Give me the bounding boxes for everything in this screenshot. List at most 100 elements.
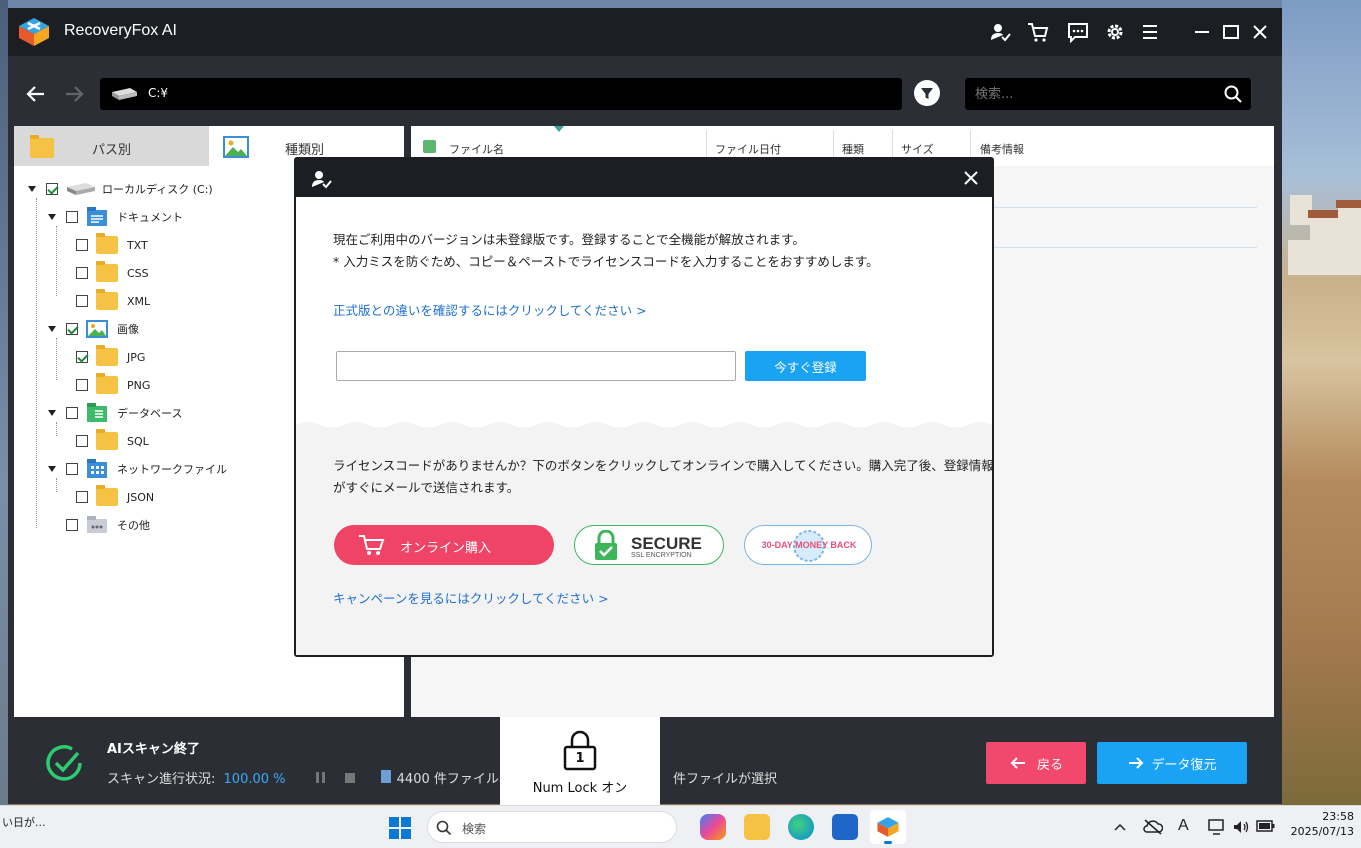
- tree-item-database[interactable]: データベース: [48, 402, 182, 424]
- pause-icon[interactable]: [321, 772, 325, 783]
- column-size[interactable]: サイズ: [901, 141, 934, 157]
- tree-checkbox[interactable]: [76, 239, 88, 251]
- tree-checkbox[interactable]: [66, 519, 78, 531]
- pause-icon[interactable]: [315, 772, 319, 783]
- back-arrow-icon: [1010, 757, 1025, 769]
- maximize-icon[interactable]: [1217, 18, 1245, 46]
- copilot-icon[interactable]: [700, 814, 726, 840]
- drive-icon: [67, 183, 95, 195]
- select-all-checkbox[interactable]: [423, 140, 436, 153]
- recoveryfox-taskbar-icon[interactable]: [870, 810, 906, 844]
- weather-widget[interactable]: い日が...: [2, 814, 46, 830]
- volume-icon[interactable]: [1232, 818, 1250, 836]
- expand-icon[interactable]: [48, 410, 56, 416]
- tab-by-path[interactable]: パス別: [14, 126, 209, 166]
- tree-checkbox[interactable]: [76, 267, 88, 279]
- battery-icon[interactable]: [1256, 819, 1276, 833]
- tree-item-images[interactable]: 画像: [48, 318, 139, 340]
- app-logo-icon: [19, 18, 49, 46]
- tree-label: JPG: [127, 350, 146, 364]
- tree-checkbox[interactable]: [66, 211, 78, 223]
- tree-label: データベース: [117, 407, 183, 420]
- buy-online-button[interactable]: オンライン購入: [334, 525, 554, 565]
- cloud-off-icon[interactable]: [1143, 818, 1163, 836]
- tree-item-sql[interactable]: SQL: [76, 429, 149, 452]
- expand-icon[interactable]: [48, 326, 56, 332]
- folder-icon: [96, 429, 118, 450]
- feedback-icon[interactable]: [1064, 18, 1092, 46]
- system-clock[interactable]: 23:58 2025/07/13: [1288, 809, 1354, 839]
- expand-icon[interactable]: [48, 214, 56, 220]
- secure-subtitle: SSL ENCRYPTION: [631, 552, 692, 559]
- tree-checkbox[interactable]: [76, 295, 88, 307]
- tree-item-xml[interactable]: XML: [76, 289, 150, 312]
- folder-icon: [96, 485, 118, 506]
- tree-checkbox[interactable]: [66, 323, 78, 335]
- tree-label: PNG: [127, 378, 151, 392]
- taskbar: い日が... 検索 A 23:58 2025/07/13: [0, 805, 1361, 848]
- account-icon[interactable]: [986, 18, 1014, 46]
- chevron-up-icon[interactable]: [1113, 822, 1127, 832]
- expand-icon[interactable]: [48, 466, 56, 472]
- license-code-input[interactable]: [336, 351, 736, 381]
- close-window-icon[interactable]: [1246, 18, 1274, 46]
- windows-start-icon[interactable]: [388, 816, 412, 840]
- recover-button[interactable]: データ復元: [1097, 742, 1247, 784]
- tree-item-network[interactable]: ネットワークファイル: [48, 458, 227, 480]
- tree-item-jpg[interactable]: JPG: [76, 345, 146, 368]
- selected-files-text: 件ファイルが選択: [673, 772, 778, 787]
- close-dialog-icon[interactable]: [962, 169, 980, 187]
- back-button[interactable]: 戻る: [986, 742, 1086, 784]
- tree-checkbox[interactable]: [46, 183, 58, 195]
- menu-icon[interactable]: [1136, 18, 1164, 46]
- tree-checkbox[interactable]: [76, 435, 88, 447]
- tree-item-local-disk[interactable]: ローカルディスク (C:): [28, 178, 213, 200]
- tree-label: CSS: [127, 266, 149, 280]
- column-type[interactable]: 種類: [842, 141, 864, 157]
- column-notes[interactable]: 備考情報: [980, 141, 1024, 157]
- expand-icon[interactable]: [28, 186, 36, 192]
- tree-item-png[interactable]: PNG: [76, 373, 151, 396]
- registration-dialog: 現在ご利用中のバージョンは未登録版です。登録することで全機能が解放されます。 *…: [294, 157, 994, 657]
- filter-button[interactable]: [914, 80, 940, 106]
- tree-item-txt[interactable]: TXT: [76, 233, 148, 256]
- cart-icon[interactable]: [1024, 18, 1052, 46]
- search-icon[interactable]: [1223, 84, 1243, 104]
- compare-versions-link[interactable]: 正式版との違いを確認するにはクリックしてください >: [333, 300, 647, 319]
- tree-checkbox[interactable]: [76, 379, 88, 391]
- settings-gear-icon[interactable]: [1101, 18, 1129, 46]
- image-icon: [86, 320, 108, 338]
- tree-checkbox[interactable]: [66, 407, 78, 419]
- tree-checkbox[interactable]: [76, 351, 88, 363]
- file-explorer-icon[interactable]: [744, 814, 770, 840]
- tree-item-css[interactable]: CSS: [76, 261, 149, 284]
- tree-checkbox[interactable]: [66, 463, 78, 475]
- campaign-link[interactable]: キャンペーンを見るにはクリックしてください >: [333, 588, 609, 607]
- back-arrow-icon[interactable]: [24, 82, 48, 106]
- stop-icon[interactable]: [344, 773, 355, 783]
- register-now-button[interactable]: 今すぐ登録: [745, 351, 866, 381]
- column-date[interactable]: ファイル日付: [715, 141, 781, 157]
- forward-arrow-icon[interactable]: [62, 82, 86, 106]
- numlock-label: Num Lock オン: [532, 781, 628, 796]
- tree-item-other[interactable]: その他: [66, 514, 150, 536]
- path-bar[interactable]: C:¥: [100, 78, 902, 110]
- tree-checkbox[interactable]: [76, 491, 88, 503]
- filter-icon: [921, 88, 933, 99]
- taskbar-search[interactable]: 検索: [427, 811, 677, 843]
- cart-icon: [359, 535, 385, 555]
- minimize-icon[interactable]: [1188, 18, 1216, 46]
- tree-label: ローカルディスク (C:): [102, 183, 213, 196]
- forward-arrow-icon: [1129, 757, 1144, 769]
- account-icon: [312, 171, 332, 189]
- tree-item-documents[interactable]: ドキュメント: [48, 206, 183, 228]
- tree-item-json[interactable]: JSON: [76, 485, 154, 508]
- display-icon[interactable]: [1208, 818, 1226, 836]
- search-input[interactable]: [975, 78, 1215, 110]
- found-files-text: 4400 件ファイルが: [396, 772, 512, 787]
- store-icon[interactable]: [832, 814, 858, 840]
- app-title: RecoveryFox AI: [64, 22, 177, 39]
- ime-indicator-icon[interactable]: A: [1178, 817, 1189, 835]
- column-name[interactable]: ファイル名: [449, 141, 504, 157]
- edge-browser-icon[interactable]: [788, 814, 814, 840]
